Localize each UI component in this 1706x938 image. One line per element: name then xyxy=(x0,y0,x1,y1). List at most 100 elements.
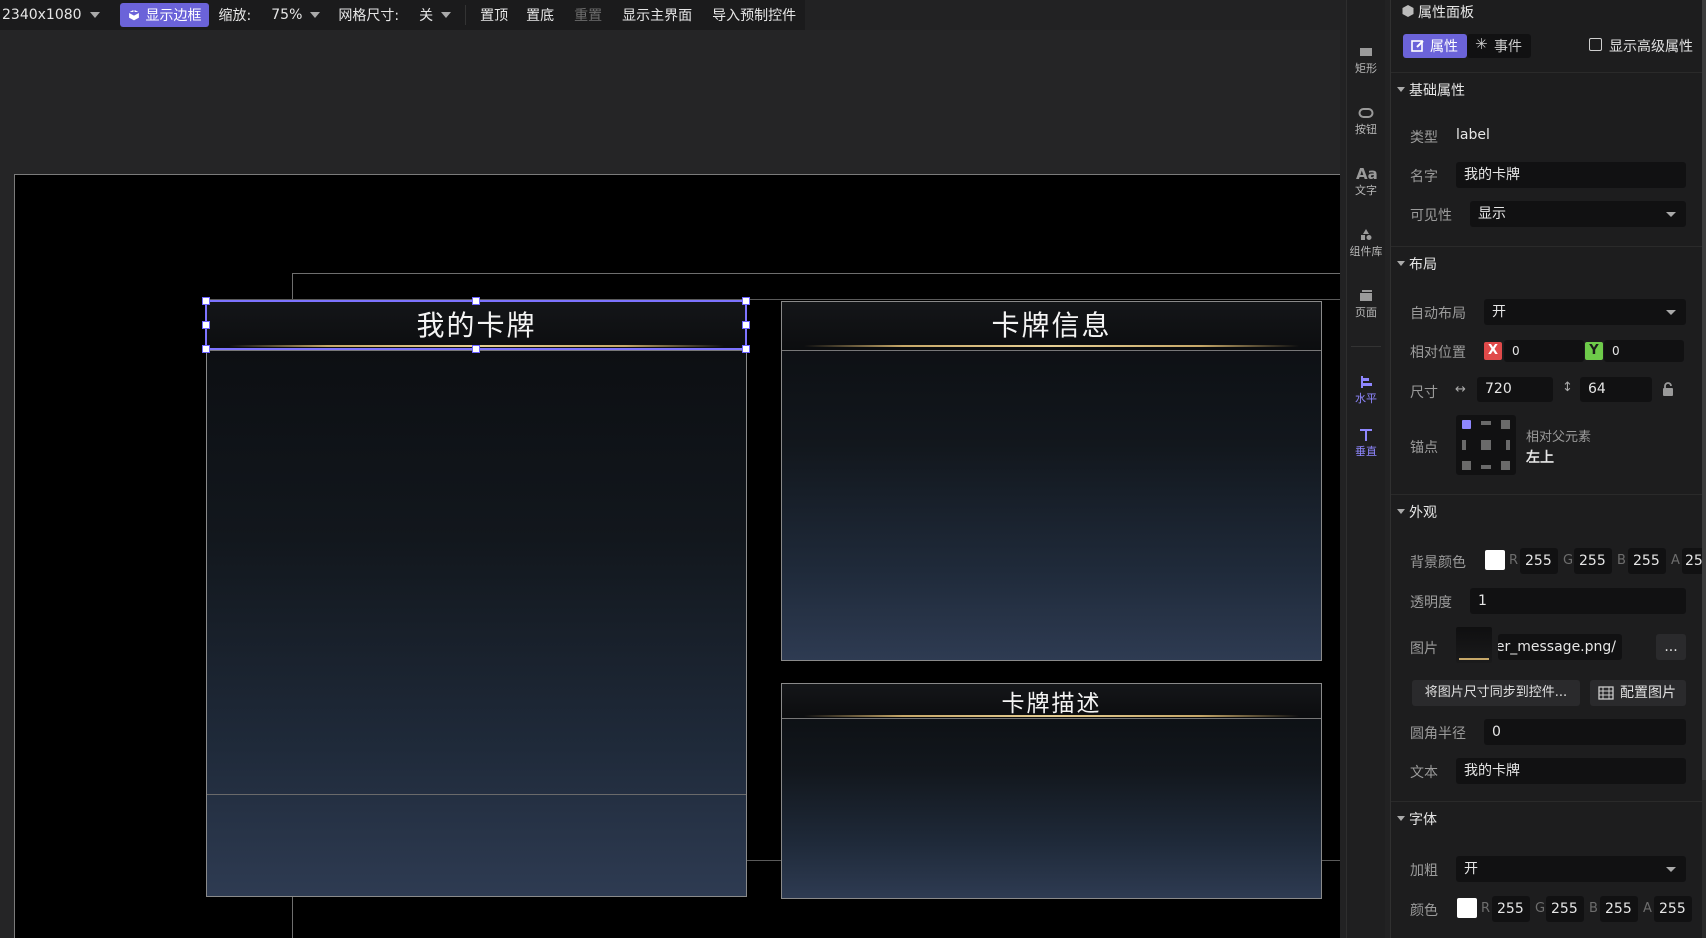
y-tag: Y xyxy=(1585,342,1603,360)
design-canvas[interactable]: 我的卡牌 卡牌信息 卡牌描述 xyxy=(0,30,1340,938)
anchor-center[interactable] xyxy=(1481,440,1491,450)
resize-handle[interactable] xyxy=(742,297,750,305)
font-color-r-input[interactable]: 255 xyxy=(1492,896,1530,922)
card-description-panel[interactable]: 卡牌描述 xyxy=(781,683,1322,899)
auto-layout-select[interactable]: 开 xyxy=(1484,299,1686,325)
show-advanced-checkbox[interactable] xyxy=(1589,38,1602,51)
visibility-select[interactable]: 显示 xyxy=(1470,201,1686,227)
gold-divider xyxy=(803,345,1300,347)
channel-r-tag: R xyxy=(1481,901,1491,916)
toolbar-divider xyxy=(465,5,467,25)
tool-text[interactable]: Aa 文字 xyxy=(1347,167,1385,198)
bg-color-r-input[interactable]: 255 xyxy=(1520,548,1558,574)
resize-handle[interactable] xyxy=(472,345,480,353)
anchor-bottom[interactable] xyxy=(1481,465,1491,469)
x-input[interactable]: 0 xyxy=(1504,340,1584,362)
resize-handle[interactable] xyxy=(742,345,750,353)
tab-properties-label: 属性 xyxy=(1430,39,1458,55)
zoom-select[interactable]: 75% xyxy=(271,0,321,30)
selection-box[interactable] xyxy=(202,297,750,353)
bg-color-swatch[interactable] xyxy=(1485,550,1505,570)
resize-handle[interactable] xyxy=(202,297,210,305)
bold-select[interactable]: 开 xyxy=(1456,856,1686,882)
properties-panel-title: 属性面板 xyxy=(1418,5,1474,21)
anchor-left[interactable] xyxy=(1462,440,1466,450)
tool-page[interactable]: 页面 xyxy=(1347,290,1385,320)
my-cards-panel[interactable]: 我的卡牌 xyxy=(206,301,747,897)
tool-button[interactable]: 按钮 xyxy=(1347,107,1385,137)
text-input[interactable]: 我的卡牌 xyxy=(1456,758,1686,784)
anchor-top-right[interactable] xyxy=(1501,420,1510,429)
resolution-select[interactable]: 2340x1080 xyxy=(2,0,100,30)
font-color-b-input[interactable]: 255 xyxy=(1600,896,1638,922)
corner-radius-input[interactable]: 0 xyxy=(1484,719,1686,745)
bg-color-b-input[interactable]: 255 xyxy=(1628,548,1666,574)
bg-color-a-input[interactable]: 25 xyxy=(1682,548,1703,574)
card-info-panel[interactable]: 卡牌信息 xyxy=(781,301,1322,661)
anchor-grid[interactable] xyxy=(1456,415,1516,475)
tab-properties[interactable]: 属性 xyxy=(1403,34,1467,58)
width-input[interactable]: 720 xyxy=(1477,377,1553,402)
anchor-top-left[interactable] xyxy=(1462,420,1471,429)
channel-a-tag: A xyxy=(1643,901,1652,916)
type-label: 类型 xyxy=(1410,130,1438,146)
align-horizontal-icon xyxy=(1361,376,1372,388)
sync-image-size-button[interactable]: 将图片尺寸同步到控件... xyxy=(1412,680,1580,706)
send-to-bottom-button[interactable]: 置底 xyxy=(526,0,554,30)
height-input[interactable]: 64 xyxy=(1580,377,1652,402)
import-prefab-button[interactable]: 导入预制控件 xyxy=(712,0,796,30)
tool-label: 水平 xyxy=(1355,392,1377,405)
grid-size-select[interactable]: 关 xyxy=(419,0,452,30)
auto-layout-label: 自动布局 xyxy=(1410,306,1466,322)
anchor-bottom-left[interactable] xyxy=(1462,461,1471,470)
properties-scrollbar[interactable] xyxy=(1702,0,1706,938)
anchor-right[interactable] xyxy=(1506,440,1510,450)
tool-rectangle[interactable]: 矩形 xyxy=(1347,46,1385,76)
font-color-a-input[interactable]: 255 xyxy=(1654,896,1692,922)
section-layout[interactable]: 布局 xyxy=(1391,246,1703,281)
panel-header: 卡牌信息 xyxy=(782,302,1321,351)
show-border-button[interactable]: 显示边框 xyxy=(119,3,209,27)
tool-label: 文字 xyxy=(1355,184,1377,197)
image-thumbnail[interactable] xyxy=(1456,627,1492,663)
tool-component-library[interactable]: 组件库 xyxy=(1347,229,1385,259)
resolution-value: 2340x1080 xyxy=(2,7,82,23)
section-basic[interactable]: 基础属性 xyxy=(1391,72,1703,107)
inner-divider xyxy=(207,794,746,795)
tool-align-horizontal[interactable]: 水平 xyxy=(1347,376,1385,406)
bg-color-g-input[interactable]: 255 xyxy=(1574,548,1612,574)
resize-handle[interactable] xyxy=(202,345,210,353)
section-appearance[interactable]: 外观 xyxy=(1391,494,1703,529)
panel-title: 卡牌信息 xyxy=(991,309,1112,342)
opacity-input[interactable]: 1 xyxy=(1470,588,1686,614)
configure-image-button[interactable]: 配置图片 xyxy=(1590,680,1686,706)
tool-align-vertical[interactable]: 垂直 xyxy=(1347,429,1385,459)
image-path-input[interactable]: /timer_message.png xyxy=(1498,634,1622,660)
chevron-down-icon xyxy=(89,12,100,18)
section-font[interactable]: 字体 xyxy=(1391,801,1703,836)
show-main-ui-button[interactable]: 显示主界面 xyxy=(622,0,692,30)
resize-handle[interactable] xyxy=(202,321,210,329)
y-input[interactable]: 0 xyxy=(1604,340,1684,362)
name-input[interactable]: 我的卡牌 xyxy=(1456,162,1686,188)
scrollbar-thumb[interactable] xyxy=(1702,0,1706,780)
design-surface[interactable]: 我的卡牌 卡牌信息 卡牌描述 xyxy=(14,174,1340,938)
image-browse-button[interactable]: ... xyxy=(1656,634,1686,660)
cube-icon xyxy=(127,8,140,22)
anchor-bottom-right[interactable] xyxy=(1501,461,1510,470)
bring-to-top-button[interactable]: 置顶 xyxy=(480,0,508,30)
resize-handle[interactable] xyxy=(472,297,480,305)
font-color-g-input[interactable]: 255 xyxy=(1546,896,1584,922)
bg-color-label: 背景颜色 xyxy=(1410,555,1466,571)
resize-handle[interactable] xyxy=(742,321,750,329)
tab-events[interactable]: ✳ 事件 xyxy=(1467,34,1531,58)
thumbnail-gold-line xyxy=(1459,658,1489,660)
reset-button[interactable]: 重置 xyxy=(574,0,602,30)
lock-icon[interactable] xyxy=(1660,381,1676,397)
sparkle-icon: ✳ xyxy=(1475,35,1488,53)
gold-divider xyxy=(803,715,1300,717)
anchor-value: 左上 xyxy=(1526,450,1554,466)
font-color-swatch[interactable] xyxy=(1457,898,1477,918)
section-title: 基础属性 xyxy=(1409,83,1465,99)
anchor-top[interactable] xyxy=(1481,421,1491,425)
